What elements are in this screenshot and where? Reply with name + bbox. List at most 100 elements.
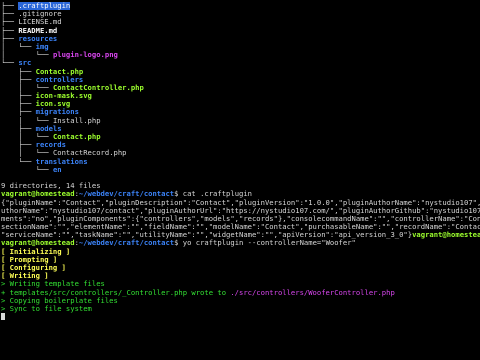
tree-line: ├── icon.svg bbox=[1, 100, 480, 108]
writing-template-text: > Writing template files bbox=[1, 280, 105, 289]
tree-entry-name: Contact.php bbox=[35, 67, 84, 76]
tree-branch: ├── bbox=[1, 141, 36, 150]
tree-line: ├── Contact.php bbox=[1, 68, 480, 76]
json-text: uthorName":"nystudio107/contact","plugin… bbox=[1, 206, 480, 215]
tree-entry-name: .craftplugin bbox=[18, 2, 71, 10]
tree-entry-name: plugin-logo.png bbox=[52, 51, 118, 60]
tree-branch: ├── bbox=[1, 75, 36, 84]
prompt-symbol: $ bbox=[174, 239, 183, 248]
json-last-text: "serviceName":"","taskName":"","utilityN… bbox=[1, 231, 413, 240]
tree-branch: │ └── bbox=[1, 51, 53, 60]
tree-line: ├── README.md bbox=[1, 27, 480, 35]
step-line: [ Initializing ] bbox=[1, 248, 480, 256]
tree-line: ├── .craftplugin bbox=[1, 2, 480, 10]
prompt-line-2: vagrant@homestead:~/webdev/craft/contact… bbox=[1, 239, 480, 247]
json-line: ments":"no","pluginComponents":{"control… bbox=[1, 215, 480, 223]
file-tree: ├── .craftplugin ├── .gitignore ├── LICENS… bbox=[1, 2, 480, 174]
sync-text: > Sync to file system bbox=[1, 304, 92, 313]
tree-entry-name: migrations bbox=[35, 108, 79, 117]
tree-line: ├── records bbox=[1, 141, 480, 149]
tree-entry-name: Contact.php bbox=[52, 133, 101, 141]
json-text: {"pluginName":"Contact","pluginDescripti… bbox=[1, 198, 480, 207]
prompt-user: vagrant@homestead bbox=[412, 231, 480, 240]
step-writing: [ Writing ] bbox=[1, 272, 49, 281]
generator-line: > Copying boilerplate files bbox=[1, 297, 480, 305]
tree-branch: ├── bbox=[1, 67, 36, 76]
tree-line: ├── models bbox=[1, 125, 480, 133]
wrote-path: ./src/controllers/WooferController.php bbox=[230, 288, 395, 297]
tree-branch: │ └── bbox=[1, 42, 36, 51]
tree-branch: ├── bbox=[1, 2, 19, 10]
tree-entry-name: ContactRecord.php bbox=[52, 149, 127, 158]
command-text: cat .craftplugin bbox=[182, 190, 253, 199]
tree-branch: ├── bbox=[1, 26, 19, 35]
tree-line: └── src bbox=[1, 59, 480, 67]
tree-entry-name: src bbox=[18, 59, 32, 68]
step-prompting: [ Prompting ] bbox=[1, 255, 58, 264]
step-line: [ Configuring ] bbox=[1, 264, 480, 272]
prompt-symbol: $ bbox=[174, 190, 183, 199]
tree-line: │ └── ContactController.php bbox=[1, 84, 480, 92]
step-configuring: [ Configuring ] bbox=[1, 264, 66, 272]
tree-line: ├── controllers bbox=[1, 76, 480, 84]
json-line: {"pluginName":"Contact","pluginDescripti… bbox=[1, 199, 480, 207]
terminal-window[interactable]: ├── .craftplugin ├── .gitignore ├── LICENS… bbox=[0, 0, 480, 360]
tree-branch: ├── bbox=[1, 92, 36, 101]
tree-branch: └── bbox=[1, 59, 19, 68]
tree-line: └── en bbox=[1, 166, 480, 174]
tree-branch: └── bbox=[1, 157, 36, 166]
tree-line: ├── icon-mask.svg bbox=[1, 92, 480, 100]
prompt-line-1: vagrant@homestead:~/webdev/craft/contact… bbox=[1, 190, 480, 198]
tree-summary: 9 directories, 14 files bbox=[1, 182, 480, 190]
tree-entry-name: controllers bbox=[35, 75, 84, 84]
tree-branch: ├── bbox=[1, 100, 36, 109]
tree-entry-name: icon-mask.svg bbox=[35, 92, 92, 101]
tree-branch: ├── bbox=[1, 124, 36, 133]
prompt-path: ~/webdev/craft/contact bbox=[78, 190, 175, 199]
tree-entry-name: records bbox=[35, 141, 66, 150]
step-line: [ Prompting ] bbox=[1, 256, 480, 264]
prompt-user: vagrant@homestead bbox=[1, 190, 75, 199]
tree-entry-name: en bbox=[52, 165, 62, 174]
tree-entry-name: LICENSE.md bbox=[18, 18, 62, 27]
tree-entry-name: img bbox=[35, 42, 49, 51]
prompt-path: ~/webdev/craft/contact bbox=[78, 239, 175, 248]
step-initializing: [ Initializing ] bbox=[1, 247, 71, 256]
tree-entry-name: README.md bbox=[18, 26, 58, 35]
tree-summary-text: 9 directories, 14 files bbox=[1, 182, 101, 191]
tree-entry-name: resources bbox=[18, 34, 58, 43]
json-last-line: "serviceName":"","taskName":"","utilityN… bbox=[1, 231, 480, 239]
tree-branch: ├── bbox=[1, 34, 19, 43]
prompt-user: vagrant@homestead bbox=[1, 239, 75, 248]
generator-line: + templates/src/controllers/_Controller.… bbox=[1, 289, 480, 297]
cursor-line[interactable] bbox=[1, 313, 480, 321]
tree-line: │ └── Contact.php bbox=[1, 133, 480, 141]
tree-line: ├── resources bbox=[1, 35, 480, 43]
tree-branch: ├── bbox=[1, 10, 19, 19]
tree-line: │ └── img bbox=[1, 43, 480, 51]
json-line: sectionName":"","elementName":"","fieldN… bbox=[1, 223, 480, 231]
tree-branch: │ └── bbox=[1, 116, 53, 125]
tree-entry-name: models bbox=[35, 124, 62, 133]
copying-boilerplate-text: > Copying boilerplate files bbox=[1, 296, 118, 305]
generator-line: > Sync to file system bbox=[1, 305, 480, 313]
json-output: {"pluginName":"Contact","pluginDescripti… bbox=[1, 199, 480, 232]
tree-branch: │ └── bbox=[1, 83, 53, 92]
command-text: yo craftplugin --controllerName="Woofer" bbox=[182, 239, 356, 248]
tree-line: │ └── plugin-logo.png bbox=[1, 51, 480, 59]
tree-line: ├── migrations bbox=[1, 108, 480, 116]
json-text: ments":"no","pluginComponents":{"control… bbox=[1, 214, 480, 223]
tree-entry-name: Install.php bbox=[52, 116, 101, 125]
terminal-cursor[interactable] bbox=[1, 313, 5, 321]
tree-branch: ├── bbox=[1, 108, 36, 117]
step-line: [ Writing ] bbox=[1, 272, 480, 280]
tree-branch: │ └── bbox=[1, 133, 53, 141]
tree-branch: └── bbox=[1, 165, 53, 174]
tree-line: ├── LICENSE.md bbox=[1, 18, 480, 26]
tree-branch: ├── bbox=[1, 18, 19, 27]
tree-branch: │ └── bbox=[1, 149, 53, 158]
tree-line: │ └── Install.php bbox=[1, 117, 480, 125]
generator-line: > Writing template files bbox=[1, 280, 480, 288]
tree-entry-name: translations bbox=[35, 157, 88, 166]
tree-line: │ └── ContactRecord.php bbox=[1, 149, 480, 157]
